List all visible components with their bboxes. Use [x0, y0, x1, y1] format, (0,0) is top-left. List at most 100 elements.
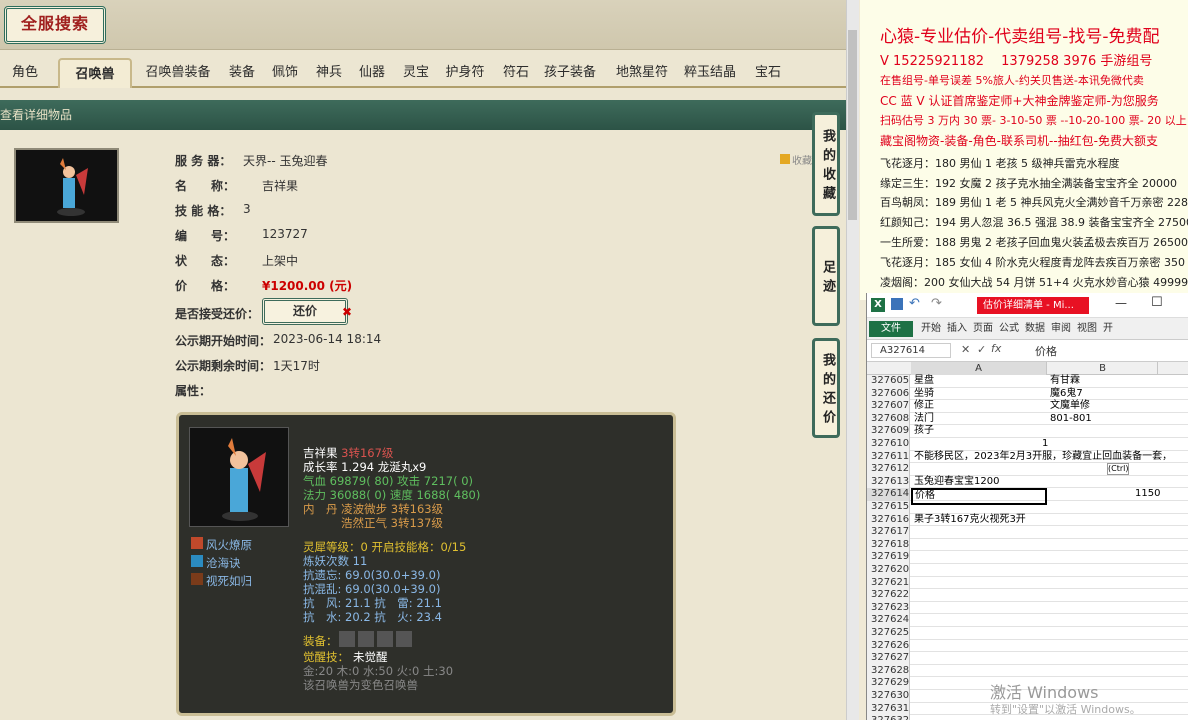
- tab-item[interactable]: 仙器: [352, 58, 392, 88]
- sheet-row[interactable]: 327625: [867, 627, 1188, 640]
- formula-input[interactable]: 价格: [1035, 343, 1057, 359]
- ribbon-tab[interactable]: 数据: [1025, 321, 1045, 337]
- sheet-row[interactable]: 327609 孩子: [867, 425, 1188, 438]
- sheet-row[interactable]: 327623: [867, 601, 1188, 615]
- row-number[interactable]: 327616: [867, 513, 910, 527]
- sheet-row[interactable]: 327619: [867, 551, 1188, 564]
- detail-skill-2[interactable]: 沧海诀: [191, 555, 241, 571]
- sheet-row[interactable]: 327624: [867, 614, 1188, 627]
- row-number[interactable]: 327625: [867, 627, 910, 640]
- sheet-row[interactable]: 327627: [867, 652, 1188, 665]
- tab-item[interactable]: 佩饰: [265, 58, 305, 88]
- detail-skill-1[interactable]: 风火燎原: [191, 537, 252, 553]
- row-number[interactable]: 327622: [867, 589, 910, 602]
- cell-a[interactable]: 孩子: [914, 425, 934, 438]
- sheet-row[interactable]: 327613 玉兔迎春宝宝1200: [867, 475, 1188, 489]
- cell-a[interactable]: 法门: [914, 413, 934, 426]
- close-icon[interactable]: ✖: [342, 305, 352, 319]
- site-logo[interactable]: 全服搜索: [4, 6, 106, 44]
- row-number[interactable]: 327628: [867, 664, 910, 678]
- sheet-row[interactable]: 327608 法门 801-801: [867, 412, 1188, 426]
- cell-a[interactable]: 修正: [914, 400, 934, 413]
- sheet-row[interactable]: 327611 不能移民区，2023年2月3开服，珍藏宜止回血装备一套，: [867, 450, 1188, 464]
- ribbon-tab[interactable]: 公式: [999, 321, 1019, 337]
- tab-item[interactable]: 角色: [0, 58, 50, 88]
- sheet-row[interactable]: 327612 (Ctrl): [867, 463, 1188, 476]
- row-number[interactable]: 327629: [867, 677, 910, 690]
- sheet-row[interactable]: 327616 果子3转167克火视死3开: [867, 513, 1188, 527]
- cell-b[interactable]: 1150: [1135, 488, 1160, 501]
- collect-link[interactable]: 收藏: [780, 152, 812, 167]
- sheet-row[interactable]: 327605 星盘 有甘霖: [867, 375, 1188, 388]
- row-number[interactable]: 327620: [867, 564, 910, 577]
- tab-item[interactable]: 粹玉结晶: [680, 58, 740, 88]
- row-number[interactable]: 327617: [867, 526, 910, 539]
- sheet-row[interactable]: 327626: [867, 639, 1188, 653]
- undo-icon[interactable]: ↶: [909, 296, 920, 311]
- cell-a[interactable]: 果子3转167克火视死3开: [914, 514, 1026, 527]
- row-number[interactable]: 327627: [867, 652, 910, 665]
- row-number[interactable]: 327621: [867, 576, 910, 590]
- row-number[interactable]: 327623: [867, 601, 910, 615]
- sheet-row[interactable]: 327618: [867, 538, 1188, 552]
- row-number[interactable]: 327615: [867, 501, 910, 514]
- tab-item[interactable]: 宝石: [750, 58, 786, 88]
- sheet-row[interactable]: 327615: [867, 501, 1188, 514]
- tab-item[interactable]: 符石: [497, 58, 535, 88]
- row-number[interactable]: 327630: [867, 690, 910, 703]
- ribbon-tab[interactable]: 审阅: [1051, 321, 1071, 337]
- cell-b[interactable]: 魔6鬼7: [1050, 388, 1083, 401]
- row-number[interactable]: 327618: [867, 538, 910, 552]
- function-icon[interactable]: fx: [991, 342, 1001, 355]
- row-number[interactable]: 327610: [867, 438, 910, 451]
- ribbon-tab[interactable]: 开: [1103, 321, 1113, 337]
- equip-slots[interactable]: [339, 631, 413, 647]
- cell-b[interactable]: 有甘霖: [1050, 375, 1080, 388]
- row-number[interactable]: 327611: [867, 450, 910, 464]
- sheet-row[interactable]: 327610 1: [867, 438, 1188, 451]
- my-favorites-button[interactable]: 我的收藏: [812, 112, 840, 216]
- cell-a[interactable]: 坐骑: [914, 388, 934, 401]
- cell-a[interactable]: 玉兔迎春宝宝1200: [914, 476, 999, 489]
- row-number[interactable]: 327619: [867, 551, 910, 564]
- row-number[interactable]: 327607: [867, 400, 910, 413]
- row-number[interactable]: 327609: [867, 425, 910, 438]
- cell-b[interactable]: 801-801: [1050, 413, 1092, 426]
- row-number[interactable]: 327626: [867, 639, 910, 653]
- row-number[interactable]: 327613: [867, 475, 910, 489]
- row-number[interactable]: 327612: [867, 463, 910, 476]
- sheet-row[interactable]: 327614 价格 1150: [867, 488, 1188, 505]
- confirm-icon[interactable]: ✓: [977, 343, 986, 356]
- tab-item[interactable]: 装备: [222, 58, 262, 88]
- tab-item[interactable]: 地煞星符: [610, 58, 674, 88]
- row-number[interactable]: 327614: [867, 488, 910, 501]
- sheet-row[interactable]: 327620: [867, 564, 1188, 577]
- my-counter-offers-button[interactable]: 我的还价: [812, 338, 840, 438]
- cell-a[interactable]: 不能移民区，2023年2月3开服，珍藏宜止回血装备一套，: [914, 451, 1172, 464]
- ribbon-tab[interactable]: 视图: [1077, 321, 1097, 337]
- scroll-thumb[interactable]: [848, 30, 857, 220]
- tab-item[interactable]: 孩子装备: [540, 58, 600, 88]
- sheet-row[interactable]: 327628: [867, 664, 1188, 678]
- cell-a[interactable]: 星盘: [914, 375, 934, 388]
- ribbon-tab[interactable]: 开始: [921, 321, 941, 337]
- sheet-row[interactable]: 327606 坐骑 魔6鬼7: [867, 387, 1188, 401]
- tab-item[interactable]: 神兵: [310, 58, 348, 88]
- cell-b[interactable]: (Ctrl): [1107, 463, 1130, 476]
- maximize-icon[interactable]: ☐: [1151, 295, 1163, 310]
- ribbon-tab[interactable]: 文件: [869, 321, 913, 337]
- detail-skill-3[interactable]: 视死如归: [191, 573, 252, 589]
- ribbon-tab[interactable]: 插入: [947, 321, 967, 337]
- minimize-icon[interactable]: —: [1115, 296, 1127, 310]
- name-box[interactable]: A327614: [871, 343, 951, 358]
- redo-icon[interactable]: ↷: [931, 296, 942, 311]
- tab-item[interactable]: 召唤兽装备: [138, 58, 218, 88]
- sheet-grid[interactable]: 327605 星盘 有甘霖 327606 坐骑 魔6鬼7 327607 修正 文魔单修 32760…: [867, 375, 1188, 720]
- column-a-header[interactable]: A: [911, 362, 1047, 375]
- tab-item[interactable]: 护身符: [440, 58, 490, 88]
- ribbon-tab[interactable]: 页面: [973, 321, 993, 337]
- cell-b[interactable]: 文魔单修: [1050, 400, 1090, 413]
- sheet-row[interactable]: 327607 修正 文魔单修: [867, 400, 1188, 413]
- tab-item[interactable]: 召唤兽: [58, 58, 132, 88]
- row-number[interactable]: 327632: [867, 715, 910, 720]
